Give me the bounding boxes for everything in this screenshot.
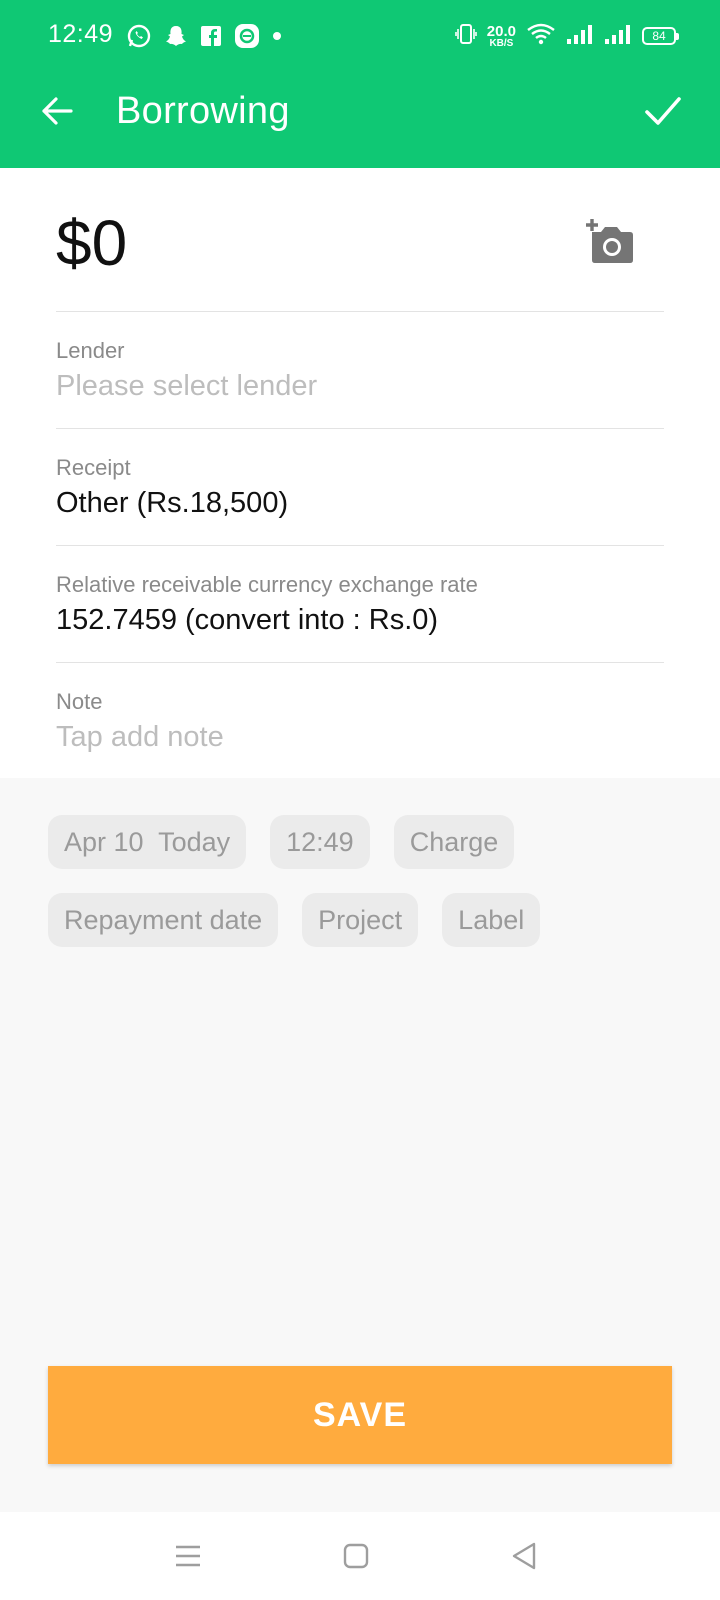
chip-row: Repayment date Project Label bbox=[48, 893, 688, 947]
status-bar: 12:49 20.0 KB/S 84 bbox=[0, 0, 720, 72]
signal-icon bbox=[566, 23, 594, 50]
lender-label: Lender bbox=[56, 338, 125, 363]
note-input[interactable]: Tap add note bbox=[56, 721, 224, 754]
lender-field[interactable]: Lender Please select lender bbox=[56, 312, 664, 429]
label-chip[interactable]: Label bbox=[442, 893, 541, 947]
exchange-rate-value: 152.7459 (convert into : Rs.0) bbox=[56, 604, 439, 636]
page-title: Borrowing bbox=[116, 90, 290, 132]
receipt-label: Receipt bbox=[56, 455, 131, 480]
lender-placeholder: Please select lender bbox=[56, 370, 318, 402]
navigation-bar bbox=[0, 1512, 720, 1600]
confirm-button[interactable] bbox=[636, 86, 690, 140]
note-field[interactable]: Note Tap add note bbox=[56, 663, 664, 780]
notification-icons bbox=[126, 22, 282, 50]
app-bar: Borrowing bbox=[0, 72, 720, 168]
time-chip[interactable]: 12:49 bbox=[270, 815, 370, 869]
facebook-icon bbox=[200, 25, 222, 47]
date-chip[interactable]: Apr 10 Today bbox=[48, 815, 247, 869]
save-button[interactable]: SAVE bbox=[48, 1366, 672, 1464]
borrowing-form: $0 Lender Please select lender Receipt O… bbox=[0, 168, 720, 778]
menu-icon bbox=[174, 1543, 202, 1574]
menu-button[interactable] bbox=[170, 1540, 206, 1576]
signal-icon bbox=[604, 23, 632, 50]
checkmark-icon bbox=[643, 93, 683, 134]
note-label: Note bbox=[56, 689, 103, 714]
dot-icon bbox=[272, 31, 282, 41]
whatsapp-icon bbox=[126, 23, 152, 49]
network-speed: 20.0 KB/S bbox=[486, 22, 516, 49]
exchange-rate-label: Relative receivable currency exchange ra… bbox=[56, 572, 478, 597]
top-bar: 12:49 20.0 KB/S 84 Borrowing bbox=[0, 0, 720, 168]
charge-chip[interactable]: Charge bbox=[393, 815, 515, 869]
battery-icon: 84 bbox=[642, 27, 679, 45]
home-button[interactable] bbox=[338, 1540, 374, 1576]
arrow-left-icon bbox=[39, 93, 75, 134]
add-photo-icon bbox=[584, 219, 638, 270]
back-button[interactable] bbox=[30, 86, 84, 140]
wifi-icon bbox=[526, 22, 556, 51]
back-nav-button[interactable] bbox=[506, 1540, 542, 1576]
receipt-field[interactable]: Receipt Other (Rs.18,500) bbox=[56, 429, 664, 546]
receipt-value: Other (Rs.18,500) bbox=[56, 487, 289, 519]
add-photo-button[interactable] bbox=[584, 218, 638, 266]
amount-input[interactable]: $0 bbox=[56, 206, 127, 280]
system-icons: 20.0 KB/S 84 bbox=[454, 20, 679, 52]
amount-row: $0 bbox=[56, 168, 664, 312]
option-chips: Apr 10 Today 12:49 Charge Repayment date… bbox=[48, 815, 688, 971]
snapchat-icon bbox=[164, 24, 188, 48]
messenger-icon bbox=[234, 23, 260, 49]
exchange-rate-field[interactable]: Relative receivable currency exchange ra… bbox=[56, 546, 664, 663]
repayment-date-chip[interactable]: Repayment date bbox=[48, 893, 279, 947]
home-square-icon bbox=[342, 1542, 370, 1575]
back-triangle-icon bbox=[510, 1541, 538, 1576]
status-time: 12:49 bbox=[48, 20, 114, 48]
vibrate-icon bbox=[454, 23, 477, 50]
project-chip[interactable]: Project bbox=[302, 893, 419, 947]
chip-row: Apr 10 Today 12:49 Charge bbox=[48, 815, 688, 869]
